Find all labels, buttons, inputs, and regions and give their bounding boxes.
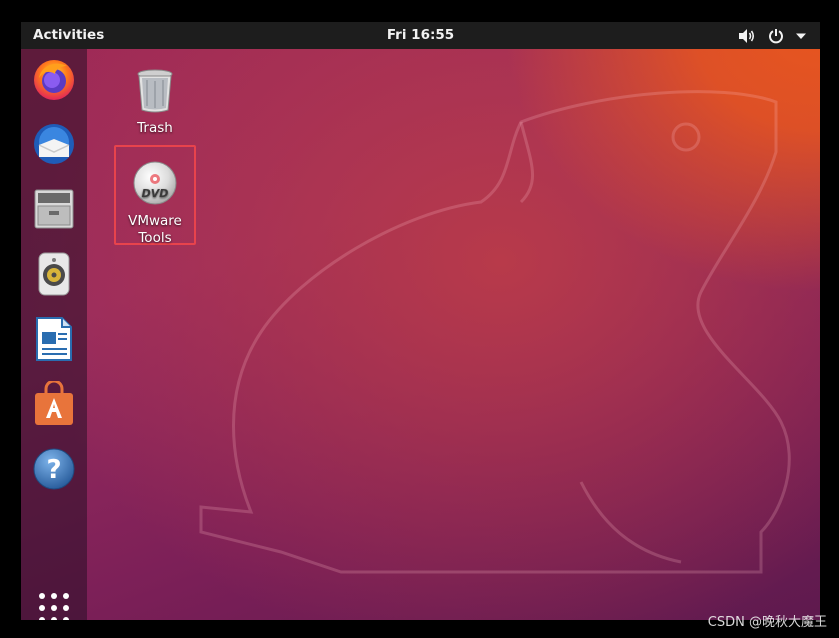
rhythmbox-icon xyxy=(38,252,70,296)
software-center-icon xyxy=(35,381,73,425)
dock-item-firefox[interactable] xyxy=(29,54,79,104)
menu-arrow-icon[interactable] xyxy=(796,32,806,40)
desktop[interactable]: Activities Fri 16:55 ? Trash DVD VMware … xyxy=(21,22,820,620)
help-icon: ? xyxy=(33,448,75,490)
firefox-icon xyxy=(34,60,74,100)
system-tray[interactable] xyxy=(738,26,806,46)
show-applications-button[interactable] xyxy=(29,583,79,620)
top-bar: Activities Fri 16:55 xyxy=(21,22,820,49)
dock-item-software-center[interactable] xyxy=(29,379,79,429)
files-icon xyxy=(34,189,74,229)
desktop-icon-trash[interactable]: Trash xyxy=(115,66,195,137)
dvd-disc-icon: DVD xyxy=(133,161,177,205)
screen: Activities Fri 16:55 ? Trash DVD VMware … xyxy=(0,0,839,638)
dock-item-help[interactable]: ? xyxy=(29,444,79,494)
svg-text:?: ? xyxy=(46,455,61,485)
desktop-icon-label: Trash xyxy=(137,120,173,136)
volume-icon[interactable] xyxy=(738,28,756,44)
csdn-watermark: CSDN @晚秋大魔王 xyxy=(707,615,827,630)
dock-item-thunderbird[interactable] xyxy=(29,119,79,169)
svg-text:DVD: DVD xyxy=(142,187,169,200)
trash-icon xyxy=(137,69,173,113)
clock[interactable]: Fri 16:55 xyxy=(21,27,820,43)
app-grid-icon xyxy=(39,593,69,620)
desktop-icon-vmware-tools[interactable]: DVD VMware Tools xyxy=(114,145,196,246)
dock-item-rhythmbox[interactable] xyxy=(29,249,79,299)
wallpaper-beaver-outline xyxy=(199,90,791,574)
libreoffice-writer-icon xyxy=(36,317,72,361)
thunderbird-icon xyxy=(34,124,74,164)
dock-item-files[interactable] xyxy=(29,184,79,234)
dock: ? xyxy=(21,49,87,620)
desktop-icon-label-line1: VMware xyxy=(128,213,182,229)
power-icon[interactable] xyxy=(768,28,784,44)
dock-item-libreoffice-writer[interactable] xyxy=(29,314,79,364)
desktop-icon-label-line2: Tools xyxy=(138,230,172,246)
